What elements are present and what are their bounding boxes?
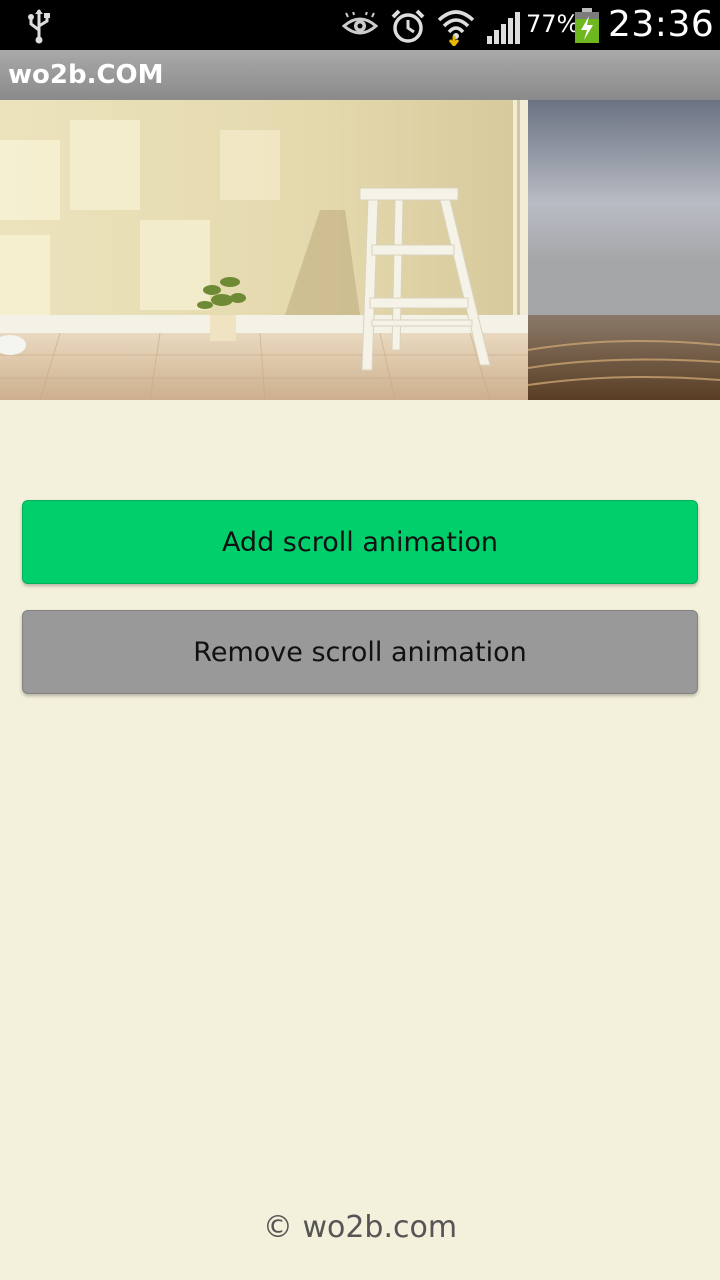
app-title: wo2b.COM: [8, 60, 164, 90]
status-bar: 77% 23:36: [0, 0, 720, 50]
add-scroll-animation-button[interactable]: Add scroll animation: [22, 500, 698, 584]
remove-scroll-animation-button[interactable]: Remove scroll animation: [22, 610, 698, 694]
clock: 23:36: [608, 4, 715, 45]
wifi-icon: [437, 10, 475, 46]
battery-charging-icon: [575, 8, 599, 43]
signal-icon: [487, 12, 520, 44]
misty-field-image[interactable]: [528, 100, 720, 400]
room-with-stool-image[interactable]: [0, 100, 528, 400]
usb-icon: [28, 9, 50, 44]
action-bar: wo2b.COM: [0, 50, 720, 100]
alarm-icon: [391, 9, 425, 43]
footer-copyright: © wo2b.com: [262, 1210, 458, 1245]
battery-percent: 77%: [526, 10, 580, 38]
eye-icon: [342, 12, 378, 35]
image-slider[interactable]: [0, 100, 720, 400]
